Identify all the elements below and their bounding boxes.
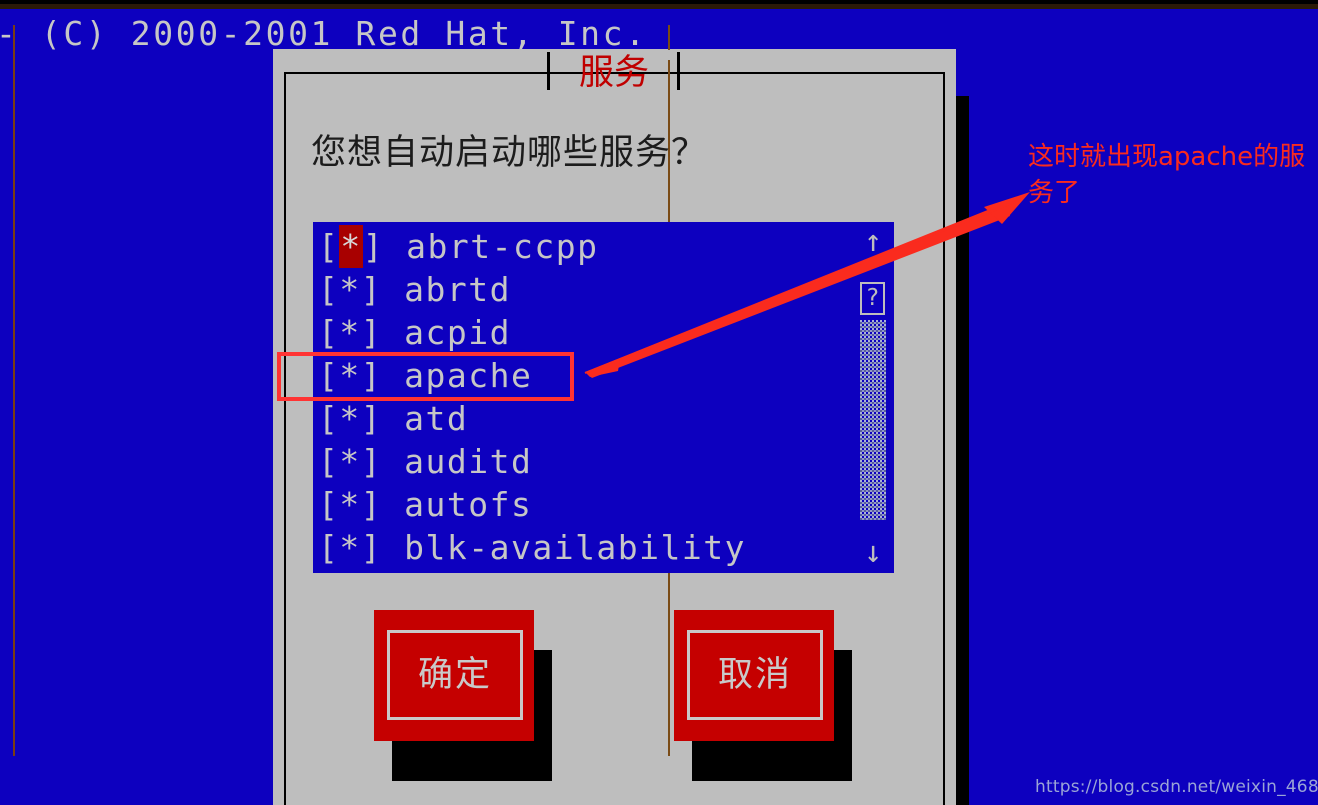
list-item[interactable]: [*] autofs bbox=[318, 483, 848, 526]
list-item-label: auditd bbox=[404, 442, 533, 481]
cancel-button-label: 取消 bbox=[717, 655, 792, 695]
checkbox-state[interactable]: * bbox=[339, 399, 360, 438]
list-item[interactable]: [*] atd bbox=[318, 397, 848, 440]
checkbox-open-bracket: [ bbox=[318, 442, 340, 481]
list-item[interactable]: [*] abrtd bbox=[318, 268, 848, 311]
dialog-title: 服务 bbox=[578, 53, 649, 93]
checkbox-close-bracket: ] bbox=[360, 528, 383, 567]
list-item[interactable]: [*] auditd bbox=[318, 440, 848, 483]
cancel-button[interactable]: 取消 bbox=[674, 610, 834, 741]
list-item-label: apache bbox=[404, 356, 533, 395]
checkbox-close-bracket: ] bbox=[360, 399, 383, 438]
checkbox-state[interactable]: * bbox=[339, 225, 363, 268]
scrollbar-track[interactable] bbox=[860, 320, 886, 520]
ok-button[interactable]: 确定 bbox=[374, 610, 534, 741]
checkbox-state[interactable]: * bbox=[339, 313, 360, 352]
checkbox-open-bracket: [ bbox=[318, 399, 340, 438]
list-item-label: abrt-ccpp bbox=[406, 227, 599, 266]
terminal-copyright-line: - (C) 2000-2001 Red Hat, Inc. bbox=[0, 14, 648, 53]
checkbox-close-bracket: ] bbox=[360, 356, 383, 395]
top-black-bar bbox=[0, 0, 1318, 4]
checkbox-open-bracket: [ bbox=[318, 485, 340, 524]
scrollbar-thumb[interactable]: ? bbox=[860, 282, 885, 315]
checkbox-state[interactable]: * bbox=[339, 442, 360, 481]
list-item-label: blk-availability bbox=[404, 528, 747, 567]
checkbox-open-bracket: [ bbox=[318, 356, 340, 395]
dialog-frame-accent-left bbox=[13, 25, 15, 756]
scroll-up-arrow-icon[interactable]: ↑ bbox=[856, 225, 890, 259]
services-listbox[interactable]: [*] abrt-ccpp [*] abrtd [*] acpid [*] apache [*]… bbox=[313, 222, 894, 573]
annotation-note-text: 这时就出现apache的服务了 bbox=[1028, 142, 1306, 208]
checkbox-state[interactable]: * bbox=[339, 356, 360, 395]
checkbox-open-bracket: [ bbox=[318, 528, 340, 567]
screen: - (C) 2000-2001 Red Hat, Inc. 服务 您想自动启动哪… bbox=[0, 0, 1318, 805]
checkbox-open-bracket: [ bbox=[318, 227, 340, 266]
cancel-button-inner-border: 取消 bbox=[687, 630, 823, 720]
list-item-label: abrtd bbox=[404, 270, 511, 309]
checkbox-close-bracket: ] bbox=[360, 313, 383, 352]
list-item-label: acpid bbox=[404, 313, 511, 352]
ok-button-inner-border: 确定 bbox=[387, 630, 523, 720]
checkbox-open-bracket: [ bbox=[318, 313, 340, 352]
checkbox-close-bracket: ] bbox=[360, 270, 383, 309]
checkbox-state[interactable]: * bbox=[339, 485, 360, 524]
checkbox-close-bracket: ] bbox=[362, 227, 385, 266]
checkbox-open-bracket: [ bbox=[318, 270, 340, 309]
listbox-scrollbar[interactable]: ↑ ? ↓ bbox=[856, 225, 890, 570]
list-item[interactable]: [*] abrt-ccpp bbox=[318, 225, 848, 268]
dialog-title-tick-left bbox=[547, 52, 550, 90]
dialog-prompt-text: 您想自动启动哪些服务？ bbox=[311, 133, 708, 173]
list-item[interactable]: [*] apache bbox=[318, 354, 848, 397]
checkbox-state[interactable]: * bbox=[339, 528, 360, 567]
dialog-title-tick-right bbox=[677, 52, 680, 90]
list-item[interactable]: [*] blk-availability bbox=[318, 526, 848, 569]
list-item[interactable]: [*] acpid bbox=[318, 311, 848, 354]
list-item-label: autofs bbox=[404, 485, 533, 524]
ok-button-label: 确定 bbox=[417, 655, 492, 695]
checkbox-close-bracket: ] bbox=[360, 485, 383, 524]
checkbox-state[interactable]: * bbox=[339, 270, 360, 309]
services-list[interactable]: [*] abrt-ccpp [*] abrtd [*] acpid [*] apache [*]… bbox=[318, 225, 848, 569]
watermark-url: https://blog.csdn.net/weixin_46818279 bbox=[1035, 777, 1318, 797]
scroll-down-arrow-icon[interactable]: ↓ bbox=[856, 536, 890, 570]
checkbox-close-bracket: ] bbox=[360, 442, 383, 481]
list-item-label: atd bbox=[404, 399, 469, 438]
